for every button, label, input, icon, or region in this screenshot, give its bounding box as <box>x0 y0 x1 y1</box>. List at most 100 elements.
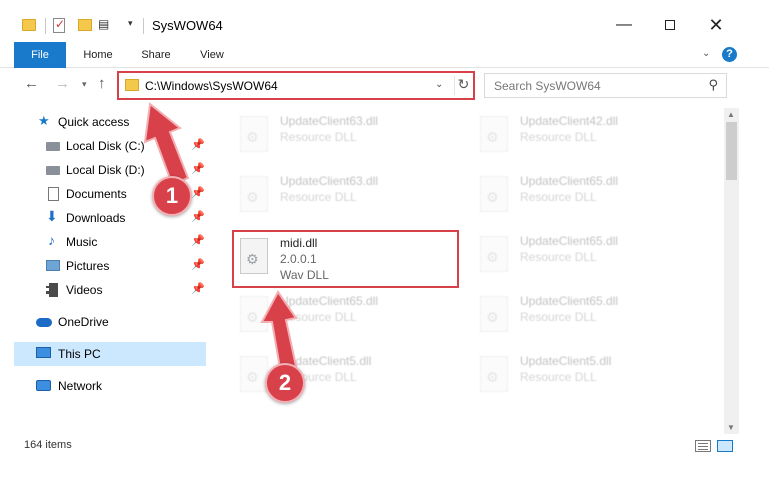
address-highlight-box <box>117 71 475 100</box>
tab-file[interactable]: File <box>14 42 66 68</box>
file-item[interactable]: UpdateClient5.dll Resource DLL <box>474 348 696 406</box>
file-item[interactable]: UpdateClient65.dll Resource DLL <box>234 288 456 346</box>
pin-icon[interactable]: 📌 <box>191 210 205 223</box>
sidebar-item-music[interactable]: ♪ Music 📌 <box>14 230 206 254</box>
file-name: UpdateClient63.dll <box>280 114 379 128</box>
item-count: 164 items <box>24 439 72 451</box>
up-button[interactable]: ↑ <box>98 75 106 92</box>
file-name: UpdateClient65.dll <box>520 174 619 188</box>
search-icon[interactable]: ⚲ <box>708 77 718 93</box>
sidebar-item-label: Pictures <box>66 259 110 273</box>
tab-home[interactable]: Home <box>74 42 122 68</box>
window-bottom <box>0 456 769 487</box>
file-item[interactable]: UpdateClient65.dll Resource DLL <box>474 288 696 346</box>
file-type: Resource DLL <box>520 310 597 324</box>
network-icon <box>36 380 51 391</box>
downloads-icon: ⬇ <box>46 208 58 224</box>
vertical-scrollbar[interactable]: ▲ ▼ <box>724 108 739 434</box>
file-item[interactable]: UpdateClient65.dll Resource DLL <box>474 228 696 286</box>
minimize-button[interactable]: — <box>601 10 647 40</box>
dll-file-icon <box>240 296 268 332</box>
sidebar-item-label: Local Disk (C:) <box>66 139 145 153</box>
sidebar-item-this-pc[interactable]: This PC <box>14 342 206 366</box>
onedrive-icon <box>36 318 52 327</box>
divider <box>45 18 46 34</box>
file-name: UpdateClient63.dll <box>280 174 379 188</box>
file-item[interactable]: UpdateClient42.dll Resource DLL <box>474 108 696 166</box>
sidebar-item-pictures[interactable]: Pictures 📌 <box>14 254 206 278</box>
dll-file-icon <box>240 356 268 392</box>
quick-access-dropdown-icon[interactable]: ▾ <box>128 18 133 29</box>
sidebar-item-network[interactable]: Network <box>14 374 206 398</box>
tab-view[interactable]: View <box>190 42 234 68</box>
file-type: Resource DLL <box>280 130 357 144</box>
folder-icon <box>22 19 36 31</box>
large-icons-view-icon[interactable] <box>717 440 733 452</box>
file-item[interactable]: UpdateClient63.dll Resource DLL <box>234 168 456 226</box>
maximize-button[interactable] <box>647 10 693 40</box>
scroll-thumb[interactable] <box>726 122 737 180</box>
sidebar-item-label: Local Disk (D:) <box>66 163 145 177</box>
file-type: Resource DLL <box>520 250 597 264</box>
music-icon: ♪ <box>48 232 55 248</box>
step-2-marker: 2 <box>265 363 305 403</box>
drive-icon <box>46 166 60 175</box>
window-title: SysWOW64 <box>152 18 223 33</box>
pin-icon[interactable]: 📌 <box>191 162 205 175</box>
sidebar-item-onedrive[interactable]: OneDrive <box>14 310 206 334</box>
title-bar: ▤ ▾ SysWOW64 — ✕ <box>0 0 769 42</box>
sidebar-item-label: Videos <box>66 283 103 297</box>
details-view-icon[interactable] <box>695 440 711 452</box>
forward-button[interactable]: → <box>55 75 70 92</box>
dll-file-icon <box>480 356 508 392</box>
properties-icon[interactable] <box>53 17 65 33</box>
tab-share[interactable]: Share <box>132 42 180 68</box>
file-item[interactable]: UpdateClient63.dll Resource DLL <box>234 108 456 166</box>
dll-file-icon <box>480 176 508 212</box>
file-type: Resource DLL <box>280 310 357 324</box>
this-pc-icon <box>36 347 51 358</box>
documents-icon <box>48 187 59 201</box>
pin-icon[interactable]: 📌 <box>191 234 205 247</box>
file-type: Resource DLL <box>520 130 597 144</box>
midi-dll-highlight-box <box>232 230 459 288</box>
search-box[interactable]: Search SysWOW64 ⚲ <box>484 73 727 98</box>
sidebar-item-label: Quick access <box>58 115 130 129</box>
star-icon: ★ <box>38 113 50 128</box>
sidebar-item-label: This PC <box>58 347 101 361</box>
sidebar-item-quick-access[interactable]: ★ Quick access <box>14 110 206 134</box>
file-type: Resource DLL <box>280 190 357 204</box>
pictures-icon <box>46 260 60 271</box>
close-button[interactable]: ✕ <box>693 10 739 40</box>
file-type: Resource DLL <box>520 370 597 384</box>
help-icon[interactable]: ? <box>722 47 737 62</box>
search-input[interactable]: Search SysWOW64 <box>494 79 601 93</box>
dll-file-icon <box>480 116 508 152</box>
sidebar-item-videos[interactable]: Videos 📌 <box>14 278 206 302</box>
scroll-up-icon[interactable]: ▲ <box>727 110 735 119</box>
step-1-marker: 1 <box>152 176 192 216</box>
file-name: UpdateClient65.dll <box>280 294 379 308</box>
pin-icon[interactable]: 📌 <box>191 258 205 271</box>
sidebar-item-local-disk-c[interactable]: Local Disk (C:) 📌 <box>14 134 206 158</box>
scroll-down-icon[interactable]: ▼ <box>727 423 735 432</box>
dll-file-icon <box>480 296 508 332</box>
drive-icon <box>46 142 60 151</box>
expand-ribbon-icon[interactable]: ⌄ <box>702 48 710 59</box>
sidebar-item-label: Downloads <box>66 211 126 225</box>
dll-file-icon <box>240 116 268 152</box>
file-item[interactable]: UpdateClient65.dll Resource DLL <box>474 168 696 226</box>
back-button[interactable]: ← <box>24 75 39 92</box>
navigation-bar: ← → ▾ ↑ C:\Windows\SysWOW64 ⌄ ↻ Search S… <box>0 68 769 104</box>
new-folder-icon[interactable] <box>78 19 92 31</box>
status-bar: 164 items <box>0 434 769 456</box>
file-type: Resource DLL <box>520 190 597 204</box>
pin-icon[interactable]: 📌 <box>191 138 205 151</box>
customize-icon[interactable]: ▤ <box>98 17 109 31</box>
videos-icon <box>46 283 58 297</box>
recent-locations-icon[interactable]: ▾ <box>82 79 87 90</box>
sidebar-item-label: Music <box>66 235 98 249</box>
pin-icon[interactable]: 📌 <box>191 186 205 199</box>
pin-icon[interactable]: 📌 <box>191 282 205 295</box>
sidebar-item-label: OneDrive <box>58 315 109 329</box>
